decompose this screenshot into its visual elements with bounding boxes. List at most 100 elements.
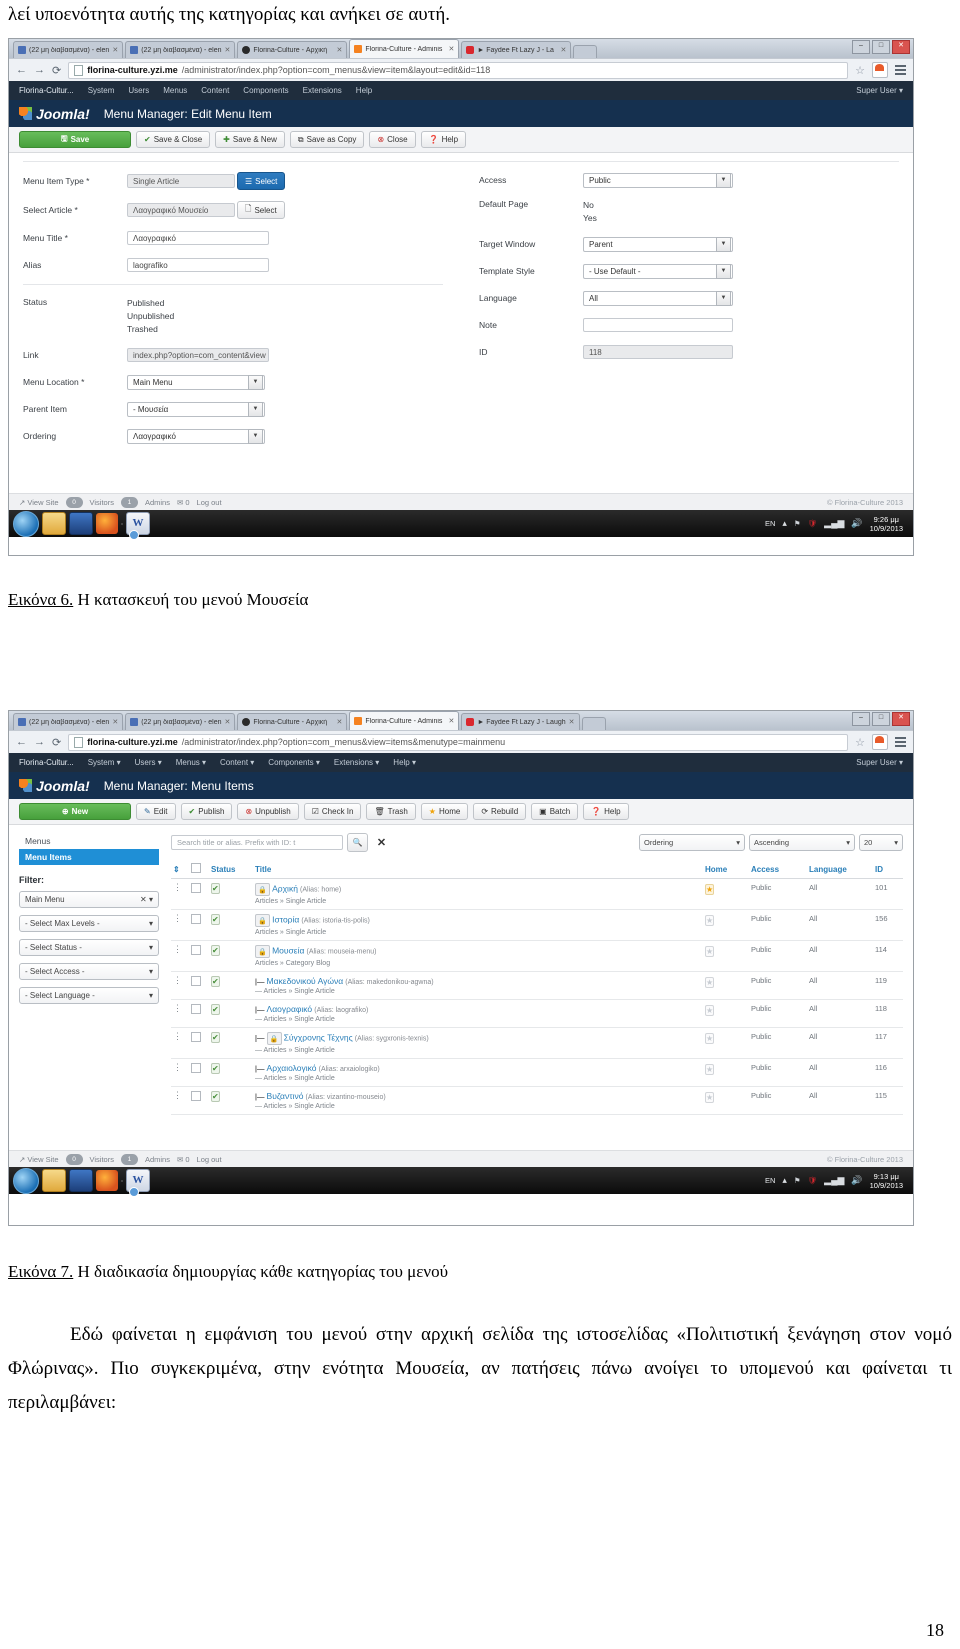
site-name[interactable]: Florina-Cultur... <box>19 86 74 95</box>
menu-system[interactable]: System ▾ <box>88 758 121 767</box>
search-input[interactable]: Search title or alias. Prefix with ID: t <box>171 835 343 850</box>
address-bar[interactable]: florina-culture.yzi.me/administrator/ind… <box>68 61 849 79</box>
logout-link[interactable]: Log out <box>197 1155 222 1164</box>
checkin-button[interactable]: ☑ Check In <box>303 803 362 820</box>
row-home[interactable]: ★ <box>703 909 749 941</box>
close-button[interactable]: ✕ <box>892 712 910 726</box>
row-status[interactable]: ✔ <box>209 999 253 1028</box>
reload-icon[interactable]: ⟳ <box>52 64 61 77</box>
item-title-link[interactable]: Αρχική <box>272 884 298 894</box>
browser-tab[interactable]: ► Faydee Ft Lazy J - Laugh ✕ <box>461 713 580 730</box>
menu-extensions[interactable]: Extensions <box>303 86 342 95</box>
minimize-button[interactable]: – <box>852 712 870 726</box>
network-icon[interactable]: ▂▄▆ <box>824 1175 844 1186</box>
row-drag-handle[interactable]: ⋮ <box>171 878 189 910</box>
media-player-icon[interactable] <box>69 1169 93 1192</box>
table-row[interactable]: ⋮ ✔ |— 🔒 Σύγχρονης Τέχνης (Alias: sygxroni… <box>171 1027 903 1059</box>
save-button[interactable]: 🖫 Save <box>19 131 131 148</box>
volume-icon[interactable]: 🔊 <box>851 1175 862 1186</box>
volume-icon[interactable]: 🔊 <box>851 518 862 529</box>
row-status[interactable]: ✔ <box>209 971 253 1000</box>
status-option-unpublished[interactable]: Unpublished <box>127 310 174 323</box>
table-row[interactable]: ⋮ ✔ |— Αρχαιολογικό (Alias: arxaiologiko) —… <box>171 1058 903 1087</box>
language-indicator[interactable]: EN <box>765 1176 775 1185</box>
menu-users[interactable]: Users <box>128 86 149 95</box>
item-title-link[interactable]: Λαογραφικό <box>267 1004 313 1014</box>
status-option-published[interactable]: Published <box>127 297 174 310</box>
tab-close-icon[interactable]: ✕ <box>569 718 575 726</box>
menu-icon[interactable] <box>895 737 906 747</box>
forward-icon[interactable]: → <box>34 64 45 76</box>
row-checkbox[interactable] <box>189 999 209 1028</box>
reload-icon[interactable]: ⟳ <box>52 736 61 749</box>
chevron-down-icon[interactable]: ▼ <box>716 290 731 306</box>
parent-item-select[interactable]: - Μουσεία ▼ <box>127 401 265 417</box>
rebuild-button[interactable]: ⟳ Rebuild <box>473 803 527 820</box>
item-title-link[interactable]: Σύγχρονης Τέχνης <box>284 1033 353 1043</box>
row-checkbox[interactable] <box>189 940 209 972</box>
close-button[interactable]: ✕ <box>892 40 910 54</box>
row-checkbox[interactable] <box>189 1027 209 1059</box>
search-icon[interactable]: 🔍 <box>347 833 368 852</box>
tab-close-icon[interactable]: ✕ <box>225 46 231 54</box>
row-home[interactable]: ★ <box>703 1086 749 1115</box>
close-button[interactable]: ⊗ Close <box>369 131 416 148</box>
network-icon[interactable]: ▂▄▆ <box>824 518 844 529</box>
language-select[interactable]: All ▼ <box>583 290 733 306</box>
col-access[interactable]: Access <box>749 860 807 879</box>
menu-location-select[interactable]: Main Menu ▼ <box>127 374 265 390</box>
filter-language-select[interactable]: - Select Language - ▾ <box>19 987 159 1004</box>
row-checkbox[interactable] <box>189 971 209 1000</box>
clock[interactable]: 9:26 μμ 10/9/2013 <box>870 515 903 533</box>
bookmark-star-icon[interactable]: ☆ <box>855 736 865 749</box>
bookmark-star-icon[interactable]: ☆ <box>855 64 865 77</box>
row-status[interactable]: ✔ <box>209 909 253 941</box>
save-close-button[interactable]: ✔ Save & Close <box>136 131 211 148</box>
row-checkbox[interactable] <box>189 878 209 910</box>
row-drag-handle[interactable]: ⋮ <box>171 999 189 1028</box>
user-menu[interactable]: Super User ▾ <box>856 86 903 95</box>
row-home[interactable]: ★ <box>703 1058 749 1087</box>
row-checkbox[interactable] <box>189 1058 209 1087</box>
status-option-trashed[interactable]: Trashed <box>127 323 174 336</box>
save-new-button[interactable]: ✚ Save & New <box>215 131 285 148</box>
tab-close-icon[interactable]: ✕ <box>225 718 231 726</box>
menu-components[interactable]: Components <box>243 86 288 95</box>
menu-components[interactable]: Components ▾ <box>268 758 320 767</box>
extension-icon[interactable] <box>872 62 888 78</box>
row-status[interactable]: ✔ <box>209 878 253 910</box>
menu-help[interactable]: Help <box>356 86 372 95</box>
row-status[interactable]: ✔ <box>209 940 253 972</box>
browser-tab-active[interactable]: Florina-Culture - Adminis ✕ <box>349 39 460 58</box>
tab-close-icon[interactable]: ✕ <box>337 46 343 54</box>
limit-select[interactable]: 20 ▾ <box>859 834 903 851</box>
firefox-icon[interactable] <box>96 513 118 534</box>
row-status[interactable]: ✔ <box>209 1086 253 1115</box>
help-button[interactable]: ❓ Help <box>583 803 629 820</box>
row-home[interactable]: ★ <box>703 940 749 972</box>
tab-close-icon[interactable]: ✕ <box>112 718 118 726</box>
sidebar-item-menus[interactable]: Menus <box>19 833 159 849</box>
order-by-select[interactable]: Ordering ▾ <box>639 834 745 851</box>
browser-tab[interactable]: Florina-Culture - Αρχική ✕ <box>237 713 348 730</box>
messages-icon[interactable]: ✉ 0 <box>177 498 190 507</box>
item-title-link[interactable]: Αρχαιολογικό <box>267 1063 317 1073</box>
show-hidden-icons[interactable]: ▴ <box>782 518 787 529</box>
explorer-icon[interactable] <box>42 512 66 535</box>
user-menu[interactable]: Super User ▾ <box>856 758 903 767</box>
note-input[interactable] <box>583 318 733 332</box>
chevron-down-icon[interactable]: ▼ <box>248 374 263 390</box>
target-window-select[interactable]: Parent ▼ <box>583 236 733 252</box>
explorer-icon[interactable] <box>42 1169 66 1192</box>
home-button[interactable]: ★ Home <box>420 803 469 820</box>
clear-icon[interactable]: ✕ <box>372 834 391 851</box>
row-home[interactable]: ★ <box>703 1027 749 1059</box>
row-drag-handle[interactable]: ⋮ <box>171 1086 189 1115</box>
browser-tab[interactable]: (22 μη διαβασμένα) - elen ✕ <box>125 713 236 730</box>
item-title-link[interactable]: Ιστορία <box>272 915 299 925</box>
new-tab-button[interactable] <box>581 717 606 730</box>
tab-close-icon[interactable]: ✕ <box>561 46 567 54</box>
row-home[interactable]: ★ <box>703 971 749 1000</box>
col-language[interactable]: Language <box>807 860 873 879</box>
menu-icon[interactable] <box>895 65 906 75</box>
